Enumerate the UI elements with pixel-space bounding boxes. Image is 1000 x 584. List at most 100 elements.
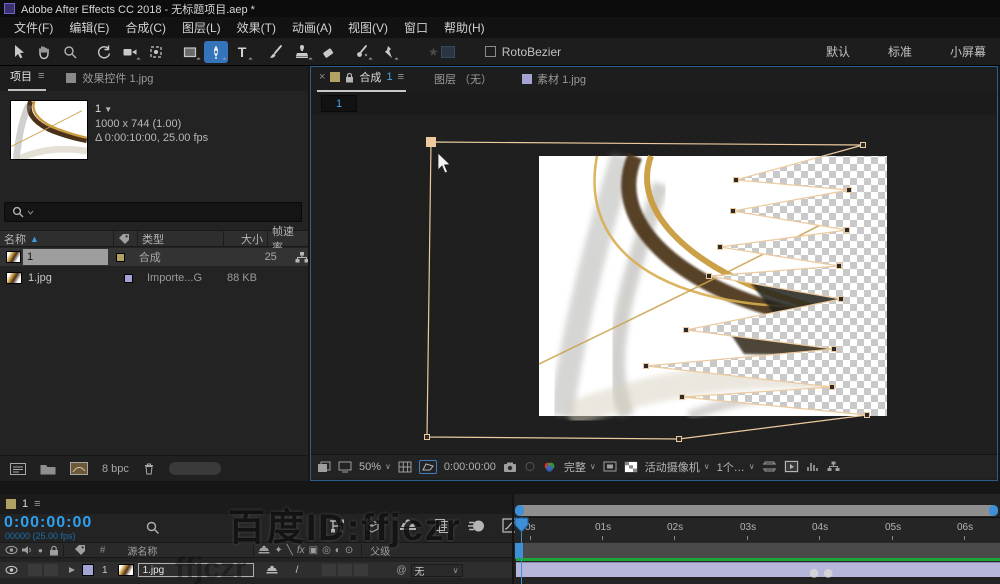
- adjustment-layer-icon[interactable]: ◐: [335, 545, 341, 556]
- switch-cell[interactable]: [338, 564, 352, 576]
- show-snapshot-icon[interactable]: [524, 461, 536, 472]
- label-tag-icon[interactable]: [74, 544, 86, 556]
- workspace-standard[interactable]: 标准: [888, 43, 912, 60]
- frame-blend-icon[interactable]: ▣: [309, 545, 318, 556]
- collapse-transform-icon[interactable]: ✦: [274, 545, 282, 556]
- navigator-start-handle[interactable]: [515, 505, 524, 516]
- column-source-name[interactable]: 源名称: [127, 543, 157, 558]
- switch-cell[interactable]: [354, 564, 368, 576]
- close-icon[interactable]: ×: [319, 71, 325, 83]
- label-color-swatch[interactable]: [124, 274, 133, 283]
- tab-footage[interactable]: 素材 1.jpg: [520, 67, 588, 92]
- solo-icon[interactable]: ●: [38, 546, 43, 555]
- parent-dropdown[interactable]: 无 ∨: [411, 564, 463, 577]
- new-composition-icon[interactable]: [70, 462, 88, 475]
- flowchart-icon[interactable]: [295, 251, 308, 264]
- menu-composition[interactable]: 合成(C): [117, 19, 174, 36]
- menu-effect[interactable]: 效果(T): [229, 19, 284, 36]
- magnification-dropdown[interactable]: 50% ∨: [359, 461, 391, 473]
- selection-tool-icon[interactable]: [6, 41, 30, 63]
- timeline-divider[interactable]: [512, 494, 514, 584]
- panel-menu-icon[interactable]: ≡: [398, 71, 404, 83]
- active-camera-dropdown[interactable]: 活动摄像机 ∨: [645, 459, 710, 475]
- column-size[interactable]: 大小: [224, 231, 268, 246]
- mini-flowchart-icon[interactable]: [827, 461, 840, 472]
- video-eye-icon[interactable]: [5, 545, 18, 555]
- pen-tool-icon[interactable]: [204, 41, 228, 63]
- fast-previews-icon[interactable]: [784, 460, 799, 473]
- label-color-swatch[interactable]: [116, 253, 124, 262]
- column-name[interactable]: 名称 ▲: [0, 231, 114, 246]
- footage-preview-thumbnail[interactable]: [10, 100, 88, 160]
- layer-name[interactable]: 1.jpg: [138, 563, 254, 577]
- footage-name-cell[interactable]: 1.jpg: [28, 272, 116, 284]
- playhead-handle[interactable]: [514, 517, 529, 533]
- timeline-search[interactable]: [145, 520, 161, 536]
- snapshot-camera-icon[interactable]: [503, 461, 517, 472]
- always-preview-icon[interactable]: [317, 461, 331, 473]
- composition-canvas[interactable]: [311, 115, 997, 454]
- share-view-icon[interactable]: [762, 461, 777, 472]
- composition-name-cell[interactable]: 1: [23, 249, 108, 265]
- time-navigator[interactable]: [515, 505, 998, 516]
- effects-fx-icon[interactable]: fx: [297, 545, 305, 556]
- roto-brush-tool-icon[interactable]: [350, 41, 374, 63]
- lock-icon[interactable]: [49, 545, 59, 556]
- menu-view[interactable]: 视图(V): [340, 19, 396, 36]
- bit-depth-button[interactable]: 8 bpc: [102, 463, 129, 475]
- column-number[interactable]: #: [100, 545, 106, 556]
- menu-edit[interactable]: 编辑(E): [61, 19, 117, 36]
- menu-animation[interactable]: 动画(A): [284, 19, 340, 36]
- show-channel-icon[interactable]: [543, 461, 557, 472]
- tab-layer[interactable]: 图层 （无）: [432, 67, 494, 92]
- rotobezier-checkbox[interactable]: [485, 46, 496, 57]
- menu-help[interactable]: 帮助(H): [436, 19, 493, 36]
- project-row-composition[interactable]: 1 合成 25: [0, 248, 308, 266]
- work-area-bar[interactable]: [515, 542, 1000, 558]
- column-fps[interactable]: 帧速率: [268, 231, 306, 246]
- audio-speaker-icon[interactable]: [21, 545, 33, 555]
- tab-composition[interactable]: × 合成 1 ≡: [317, 65, 406, 92]
- composition-mini-flowchart-icon[interactable]: [328, 518, 346, 534]
- quality-icon[interactable]: ╲: [287, 545, 293, 556]
- column-parent[interactable]: 父级: [370, 543, 390, 558]
- trash-icon[interactable]: [143, 462, 155, 475]
- region-of-interest-icon[interactable]: [603, 461, 617, 472]
- workspace-default[interactable]: 默认: [826, 43, 850, 60]
- column-type[interactable]: 类型: [138, 231, 224, 246]
- brush-tool-icon[interactable]: [264, 41, 288, 63]
- layer-eye-icon[interactable]: [5, 565, 18, 575]
- menu-file[interactable]: 文件(F): [6, 19, 61, 36]
- pan-behind-tool-icon[interactable]: [144, 41, 168, 63]
- thumbnail-scale-slider[interactable]: [169, 462, 221, 475]
- panel-menu-icon[interactable]: ≡: [38, 70, 44, 82]
- dropdown-icon[interactable]: ▼: [104, 105, 112, 114]
- time-ruler[interactable]: 0s 01s 02s 03s 04s 05s 06s: [515, 517, 1000, 542]
- layer-row-1[interactable]: 1 1.jpg / @ 无 ∨: [0, 562, 512, 578]
- shy-layers-icon[interactable]: [399, 518, 417, 533]
- frame-blending-icon[interactable]: [434, 518, 451, 534]
- grid-guides-icon[interactable]: [398, 461, 412, 473]
- transparency-grid-icon[interactable]: [624, 461, 638, 473]
- selected-mask-vertex[interactable]: [426, 137, 436, 147]
- camera-tool-icon[interactable]: [118, 41, 142, 63]
- panel-menu-icon[interactable]: ≡: [34, 498, 40, 510]
- draft-3d-icon[interactable]: [363, 517, 382, 534]
- mini-tab-comp-1[interactable]: 1: [321, 95, 357, 112]
- primary-viewer-icon[interactable]: [338, 461, 352, 473]
- motion-blur-icon[interactable]: [468, 519, 485, 533]
- zoom-tool-icon[interactable]: [58, 41, 82, 63]
- switch-cell[interactable]: [322, 564, 336, 576]
- 3d-layer-icon[interactable]: ⊙: [345, 545, 353, 556]
- hand-tool-icon[interactable]: [32, 41, 56, 63]
- toggle-mask-visibility-icon[interactable]: [419, 460, 437, 474]
- solo-cell[interactable]: [44, 564, 58, 576]
- timeline-tab-comp-1[interactable]: 1: [22, 498, 28, 510]
- workspace-small-screen[interactable]: 小屏幕: [950, 43, 986, 60]
- layer-shy-icon[interactable]: [266, 565, 278, 576]
- lock-icon[interactable]: [345, 72, 354, 83]
- navigator-end-handle[interactable]: [989, 505, 998, 516]
- puppet-pin-tool-icon[interactable]: [376, 41, 400, 63]
- layer-quality-icon[interactable]: /: [296, 565, 299, 576]
- project-row-footage[interactable]: 1.jpg Importe...G 88 KB: [0, 269, 308, 287]
